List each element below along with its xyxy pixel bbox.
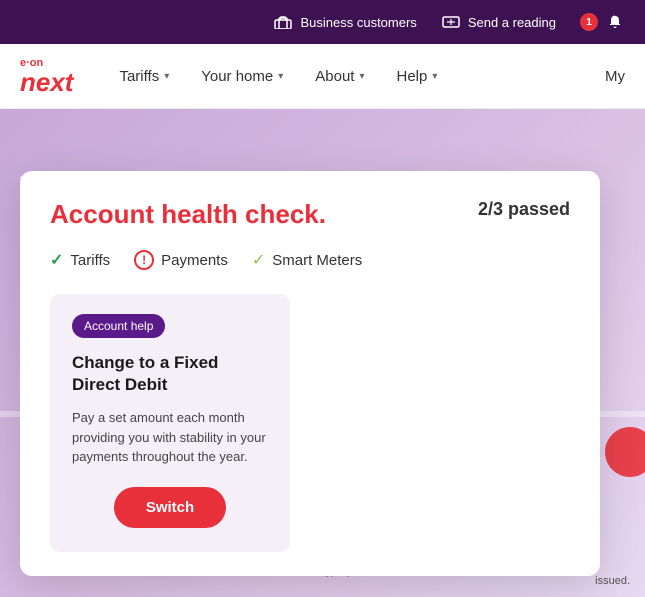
check-light-green-icon: ✓	[252, 250, 265, 270]
card-description: Pay a set amount each month providing yo…	[72, 408, 268, 467]
chevron-down-icon: ▾	[359, 71, 364, 82]
modal-title: Account health check.	[50, 199, 326, 230]
nav-item-help[interactable]: Help ▾	[381, 60, 454, 93]
card-badge: Account help	[72, 314, 165, 338]
payments-status: ! Payments	[134, 250, 228, 270]
tariffs-status: ✓ Tariffs	[50, 250, 110, 270]
nav-item-your-home[interactable]: Your home ▾	[185, 60, 299, 93]
check-green-icon: ✓	[50, 250, 63, 270]
page-background: Wo 192 G... Ac t paym payme ment is s af…	[0, 109, 645, 597]
notification-count: 1	[580, 13, 598, 31]
status-row: ✓ Tariffs ! Payments ✓ Smart Meters	[50, 250, 570, 270]
modal-header: Account health check. 2/3 passed	[50, 199, 570, 230]
briefcase-icon	[273, 12, 293, 32]
tariffs-status-label: Tariffs	[70, 252, 110, 269]
smart-meters-status-label: Smart Meters	[272, 252, 362, 269]
smart-meters-status: ✓ Smart Meters	[252, 250, 362, 270]
chevron-down-icon: ▾	[432, 71, 437, 82]
meter-icon	[441, 12, 461, 32]
modal-overlay: Account health check. 2/3 passed ✓ Tarif…	[0, 153, 645, 597]
send-reading-link[interactable]: Send a reading	[441, 12, 556, 32]
nav-my-account[interactable]: My	[605, 68, 625, 85]
eon-next-logo[interactable]: e·on next	[20, 58, 73, 95]
switch-button[interactable]: Switch	[114, 487, 226, 528]
top-bar: Business customers Send a reading 1	[0, 0, 645, 44]
business-customers-label: Business customers	[300, 15, 416, 30]
send-reading-label: Send a reading	[468, 15, 556, 30]
chevron-down-icon: ▾	[278, 71, 283, 82]
chevron-down-icon: ▾	[164, 71, 169, 82]
payments-status-label: Payments	[161, 252, 228, 269]
nav-items: Tariffs ▾ Your home ▾ About ▾ Help ▾	[103, 60, 605, 93]
card-title: Change to a Fixed Direct Debit	[72, 352, 268, 396]
nav-item-about[interactable]: About ▾	[299, 60, 380, 93]
nav-your-home-label: Your home	[201, 68, 273, 85]
health-check-modal: Account health check. 2/3 passed ✓ Tarif…	[20, 171, 600, 576]
modal-score: 2/3 passed	[478, 199, 570, 220]
notification-bell[interactable]: 1	[580, 12, 625, 32]
nav-about-label: About	[315, 68, 354, 85]
business-customers-link[interactable]: Business customers	[273, 12, 416, 32]
nav-tariffs-label: Tariffs	[119, 68, 159, 85]
warning-icon: !	[134, 250, 154, 270]
account-help-card: Account help Change to a Fixed Direct De…	[50, 294, 290, 552]
nav-bar: e·on next Tariffs ▾ Your home ▾ About ▾ …	[0, 44, 645, 109]
bell-icon	[605, 12, 625, 32]
nav-help-label: Help	[397, 68, 428, 85]
nav-item-tariffs[interactable]: Tariffs ▾	[103, 60, 185, 93]
logo-next-text: next	[20, 69, 73, 95]
